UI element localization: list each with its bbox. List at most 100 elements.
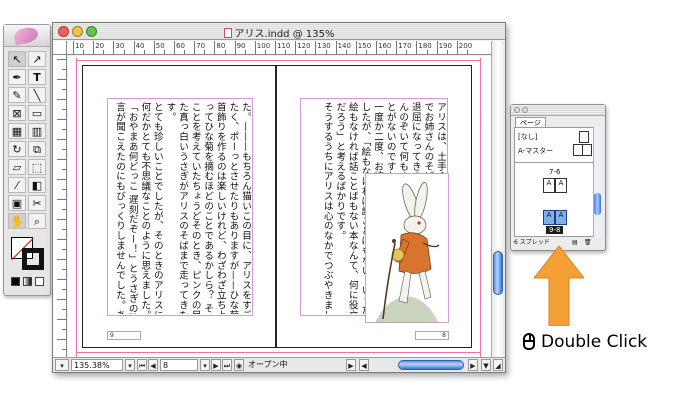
grid-tool-icon[interactable]: ▥ — [28, 123, 46, 139]
line-tool-icon[interactable]: ╲ — [28, 87, 46, 103]
type-tool-icon[interactable]: T — [28, 69, 46, 85]
ruler-tick — [62, 269, 67, 270]
pen-tool-icon[interactable]: ✒ — [8, 69, 26, 85]
gradient-tool-icon[interactable]: ◧ — [28, 177, 46, 193]
preflight-icon[interactable]: ◉ — [234, 359, 244, 371]
ruler-tick — [365, 50, 367, 54]
gradient-mode-icon[interactable] — [23, 277, 32, 286]
vertical-ruler[interactable] — [53, 55, 67, 357]
ruler-tick — [57, 299, 67, 300]
first-page-icon[interactable]: ⏮ — [137, 359, 147, 371]
none-mode-icon[interactable] — [35, 277, 44, 286]
a-master-right-thumb[interactable] — [582, 144, 592, 156]
rectangle-frame-tool-icon[interactable]: ⊠ — [8, 105, 26, 121]
mouse-icon — [523, 333, 535, 350]
zoom-dropdown-icon[interactable]: ▾ — [125, 359, 135, 371]
ruler-origin[interactable] — [53, 41, 67, 55]
pages-panel-titlebar[interactable] — [511, 105, 605, 116]
ruler-tick — [62, 309, 67, 310]
double-click-instruction: Double Click — [523, 329, 647, 355]
shear-tool-icon[interactable]: ▱ — [8, 159, 26, 175]
horizontal-scroll-thumb[interactable] — [398, 360, 464, 370]
horizontal-ruler[interactable]: 10 20 30 40 50 60 70 80 90 100 110 120 130 140 150 160 1… — [67, 41, 491, 55]
last-page-icon[interactable]: ⏭ — [222, 359, 232, 371]
status-menu-icon[interactable]: ▾ — [55, 359, 69, 371]
ruler-tick — [295, 41, 297, 54]
page-9-thumb[interactable]: A — [543, 210, 555, 225]
ruler-tick — [62, 169, 67, 170]
next-page-icon[interactable]: ▶ — [211, 359, 221, 371]
ruler-label: 40 — [135, 42, 145, 50]
pages-scrollbar[interactable] — [593, 127, 602, 237]
ruler-tick — [194, 41, 196, 54]
page-7-thumb[interactable]: A — [543, 178, 555, 193]
fill-stroke-swatches[interactable] — [11, 237, 45, 271]
ruler-tick — [57, 59, 67, 60]
none-master-label[interactable]: [なし] — [518, 132, 537, 142]
ruler-tick — [153, 41, 155, 54]
page-6-thumb[interactable]: A — [555, 178, 567, 193]
none-master-thumb[interactable] — [579, 131, 589, 143]
direct-selection-tool-icon[interactable]: ↗ — [28, 51, 46, 67]
state-menu-icon[interactable]: ▶ — [346, 359, 356, 371]
previous-page-icon[interactable]: ◀ — [148, 359, 158, 371]
title-bar[interactable]: アリス.indd @ 135% — [53, 23, 505, 40]
color-mode-icon[interactable] — [11, 277, 20, 286]
stroke-swatch[interactable] — [22, 248, 44, 270]
ruler-tick — [184, 50, 186, 54]
scale-tool-icon[interactable]: ⧉ — [28, 141, 46, 157]
tools-palette: ↖ ↗ ✒ T ✎ ╲ ⊠ ▭ ▦ ▥ ↻ ⧉ ▱ ⬚ ⁄ ◧ ▣ ✂ ✋ ⌕ — [3, 24, 51, 296]
ruler-tick — [163, 50, 165, 54]
scroll-left-icon[interactable]: ◀ — [359, 359, 369, 371]
ruler-label: 160 — [378, 42, 392, 50]
bleed-guide — [480, 58, 481, 357]
vertical-scrollbar[interactable] — [491, 41, 505, 357]
eyedropper-tool-icon[interactable]: ⁄ — [8, 177, 26, 193]
ruler-tick — [57, 159, 67, 160]
left-page[interactable]: た。———もちろん猫いこの目に、アリスをすご眼 たく、ポーっとさせたりもあります… — [82, 65, 276, 348]
ruler-tick — [436, 41, 438, 54]
indesign-logo — [4, 25, 50, 47]
ruler-tick — [57, 139, 67, 140]
pages-scroll-thumb[interactable] — [594, 193, 601, 215]
ruler-label: 190 — [438, 42, 452, 50]
page-dropdown-icon[interactable]: ▾ — [200, 359, 210, 371]
scissors-tool-icon[interactable]: ✂ — [28, 195, 46, 211]
panel-collapse-button[interactable] — [522, 107, 528, 113]
orange-arrow-icon — [534, 246, 584, 326]
ruler-tick — [174, 41, 175, 54]
ruler-tick — [113, 41, 115, 54]
ruler-tick — [315, 41, 317, 54]
left-page-text-frame[interactable]: た。———もちろん猫いこの目に、アリスをすご眼 たく、ポーっとさせたりもあります… — [109, 102, 251, 314]
document-window: アリス.indd @ 135% 10 20 30 40 50 60 70 80 90 100 110… — [52, 22, 506, 373]
resize-grip-icon[interactable]: ◢ — [493, 359, 503, 371]
table-tool-icon[interactable]: ▦ — [8, 123, 26, 139]
rotate-tool-icon[interactable]: ↻ — [8, 141, 26, 157]
ruler-tick — [376, 41, 377, 54]
pencil-tool-icon[interactable]: ✎ — [8, 87, 26, 103]
white-rabbit-image[interactable] — [365, 173, 449, 323]
delete-page-icon[interactable]: 🗑 — [584, 238, 592, 248]
double-click-label: Double Click — [541, 332, 648, 352]
scroll-down-icon[interactable]: ▼ — [481, 359, 491, 371]
ruler-tick — [62, 329, 67, 330]
rectangle-tool-icon[interactable]: ▭ — [28, 105, 46, 121]
panel-close-button[interactable] — [514, 107, 520, 113]
a-master-label[interactable]: A-マスター — [518, 146, 553, 156]
pages-list[interactable]: [なし] A-マスター 7-6 A A A A 9-8 — [514, 127, 602, 237]
ruler-tick — [466, 50, 468, 54]
page-8-thumb[interactable]: A — [555, 210, 567, 225]
ruler-tick — [345, 50, 347, 54]
ruler-label: 130 — [317, 42, 331, 50]
scroll-right-icon[interactable]: ▶ — [468, 359, 478, 371]
selection-tool-icon[interactable]: ↖ — [8, 51, 26, 67]
zoom-field[interactable]: 135.38% — [71, 359, 123, 371]
pasteboard[interactable]: た。———もちろん猫いこの目に、アリスをすご眼 たく、ポーっとさせたりもあります… — [68, 56, 491, 357]
free-transform-tool-icon[interactable]: ⬚ — [28, 159, 46, 175]
vertical-scroll-thumb[interactable] — [493, 251, 503, 295]
page-number-field[interactable]: 8 — [160, 359, 198, 371]
hand-tool-icon[interactable]: ✋ — [8, 213, 26, 229]
button-tool-icon[interactable]: ▣ — [8, 195, 26, 211]
ruler-tick — [244, 50, 246, 54]
zoom-tool-icon[interactable]: ⌕ — [28, 213, 46, 229]
